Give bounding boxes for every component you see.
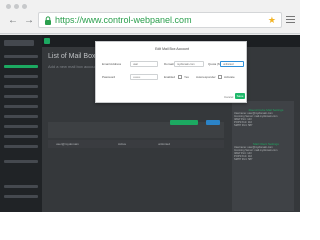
forward-icon[interactable]: →: [24, 16, 34, 26]
bookmark-star-icon[interactable]: ★: [268, 15, 276, 26]
domain-value: mydomain.com: [177, 63, 195, 66]
password-field[interactable]: ••••••••: [130, 74, 158, 80]
window-dot-maximize[interactable]: [22, 4, 27, 9]
domain-field[interactable]: mydomain.com: [174, 61, 204, 67]
email-address-value: user: [133, 63, 139, 66]
window-dot-close[interactable]: [6, 4, 11, 9]
autoresponder-checkbox[interactable]: [218, 75, 222, 79]
back-icon[interactable]: ←: [8, 16, 18, 26]
edit-mailbox-modal: Edit Mail Box Account Email Address user…: [95, 41, 247, 103]
enabled-label: Enabled: [164, 75, 176, 79]
browser-menu-icon[interactable]: [286, 16, 295, 24]
browser-nav: ← →: [8, 16, 34, 26]
quota-value: unlimited: [223, 63, 234, 66]
address-bar[interactable]: https://www.control-webpanel.com ★: [38, 12, 282, 28]
password-value: ••••••••: [133, 76, 141, 79]
autoresponder-value: Activate: [224, 75, 235, 79]
browser-window: ← → https://www.control-webpanel.com ★ L…: [0, 0, 300, 212]
enabled-value: Yes: [184, 75, 189, 79]
url-text: https://www.control-webpanel.com: [55, 15, 192, 25]
enabled-checkbox[interactable]: [178, 75, 182, 79]
window-controls: [6, 4, 27, 9]
modal-title: Edit Mail Box Account: [155, 47, 189, 51]
lock-icon: [45, 16, 51, 25]
cancel-button[interactable]: Cancel: [224, 95, 233, 99]
email-address-field[interactable]: user: [130, 61, 158, 67]
password-label: Password: [102, 75, 116, 79]
autoresponder-label: Autoresponder: [196, 75, 216, 79]
save-button[interactable]: Save: [235, 93, 245, 99]
window-dot-minimize[interactable]: [14, 4, 19, 9]
email-address-label: Email Address: [102, 62, 122, 66]
browser-chrome: ← → https://www.control-webpanel.com ★: [0, 0, 300, 34]
domain-label: Domain: [164, 62, 175, 66]
quota-field[interactable]: unlimited: [220, 61, 244, 67]
